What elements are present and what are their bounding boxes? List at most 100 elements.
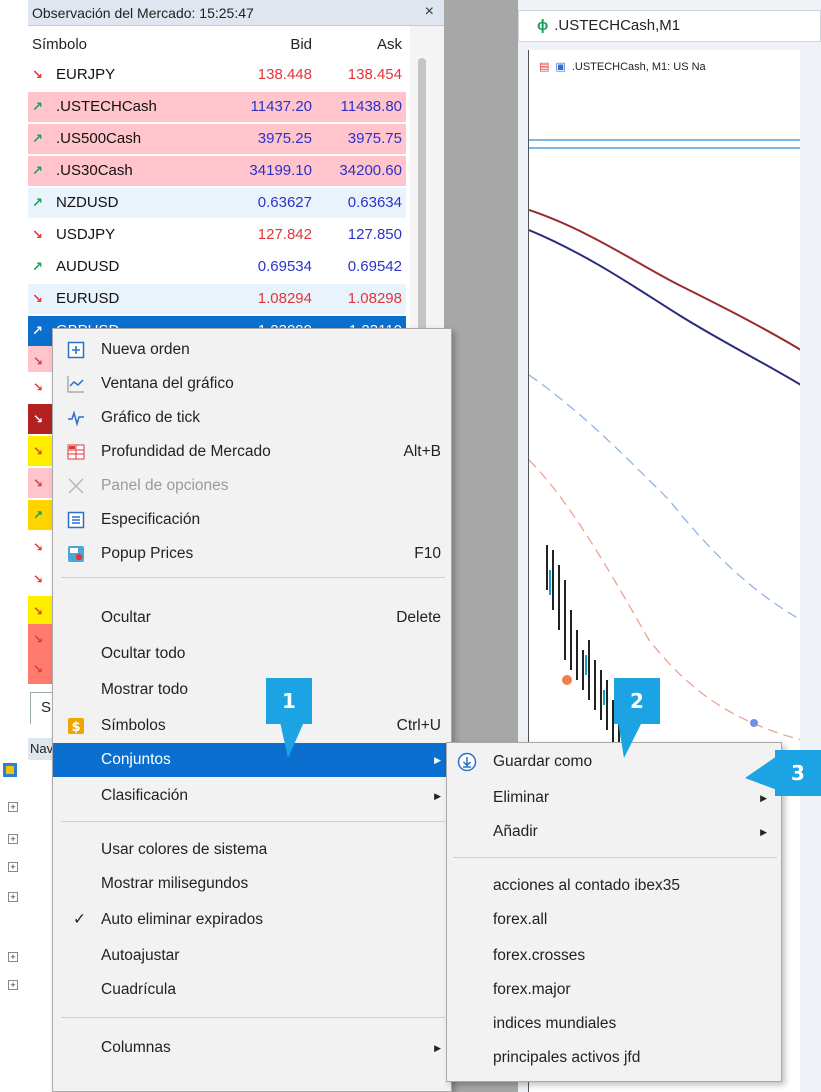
arrow-down-icon: ↘ bbox=[28, 596, 52, 626]
table-row[interactable]: ↗ NZDUSD 0.63627 0.63634 bbox=[28, 188, 406, 218]
menu-item-grid[interactable]: Cuadrícula bbox=[53, 973, 451, 1007]
menu-item-chart-window[interactable]: Ventana del gráfico bbox=[53, 367, 451, 401]
arrow-up-icon: ↗ bbox=[32, 195, 43, 210]
menu-item-tick-chart[interactable]: Gráfico de tick bbox=[53, 401, 451, 435]
signal-marker bbox=[562, 675, 572, 685]
menu-item-shortcut: Delete bbox=[396, 609, 441, 626]
column-header-symbol[interactable]: Símbolo bbox=[32, 36, 87, 53]
tree-expand-icon[interactable]: + bbox=[8, 980, 18, 990]
submenu-item-set[interactable]: forex.crosses bbox=[447, 939, 781, 973]
arrow-down-icon: ↘ bbox=[28, 436, 52, 466]
row-bid: 138.448 bbox=[257, 66, 312, 83]
menu-item-show-all[interactable]: Mostrar todo bbox=[53, 673, 451, 707]
submenu-item-set[interactable]: acciones al contado ibex35 bbox=[447, 869, 781, 903]
tree-expand-icon[interactable]: + bbox=[8, 862, 18, 872]
row-ask: 11438.80 bbox=[340, 98, 402, 115]
row-symbol: AUDUSD bbox=[56, 258, 120, 275]
chart-info-text: .USTECHCash, M1: US Na bbox=[571, 61, 706, 73]
callout-2: 2 bbox=[614, 678, 660, 724]
menu-item-columns[interactable]: Columnas ▶ bbox=[53, 1031, 451, 1065]
menu-item-label: Mostrar todo bbox=[101, 681, 189, 698]
one-click-trading-icon[interactable]: ▣ bbox=[555, 61, 565, 73]
market-depth-icon[interactable]: ▤ bbox=[539, 61, 549, 73]
table-row[interactable]: ↘ USDJPY 127.842 127.850 bbox=[28, 220, 406, 250]
menu-item-shortcut: F10 bbox=[414, 545, 441, 562]
tick-chart-icon bbox=[68, 410, 84, 427]
arrow-down-icon: ↘ bbox=[28, 624, 52, 654]
new-order-icon bbox=[67, 341, 85, 359]
submenu-item-set[interactable]: forex.major bbox=[447, 973, 781, 1007]
band-line-blue bbox=[529, 374, 800, 621]
row-symbol: .US500Cash bbox=[56, 130, 142, 147]
arrow-up-icon: ↗ bbox=[32, 323, 43, 338]
row-symbol: NZDUSD bbox=[56, 194, 119, 211]
menu-item-milliseconds[interactable]: Mostrar milisegundos bbox=[53, 867, 451, 901]
column-header-ask[interactable]: Ask bbox=[377, 36, 402, 53]
table-row[interactable]: ↗ .US500Cash 3975.25 3975.75 bbox=[28, 124, 406, 154]
symbols-icon: $ bbox=[68, 718, 84, 735]
signal-marker bbox=[750, 719, 758, 727]
row-symbol: .USTECHCash bbox=[56, 98, 157, 115]
tree-expand-icon[interactable]: + bbox=[8, 834, 18, 844]
arrow-down-icon: ↘ bbox=[28, 404, 52, 434]
market-watch-header: Símbolo Bid Ask bbox=[28, 32, 406, 58]
menu-item-hide-all[interactable]: Ocultar todo bbox=[53, 637, 451, 671]
submenu-item-set[interactable]: principales activos jfd bbox=[447, 1041, 781, 1075]
menu-item-symbols[interactable]: $ Símbolos Ctrl+U bbox=[53, 709, 451, 743]
menu-separator bbox=[61, 1017, 445, 1018]
close-icon[interactable]: × bbox=[425, 0, 434, 24]
menu-item-market-depth[interactable]: Profundidad de Mercado Alt+B bbox=[53, 435, 451, 469]
menu-separator bbox=[61, 821, 445, 822]
arrow-up-icon: ↗ bbox=[32, 99, 43, 114]
tree-expand-icon[interactable]: + bbox=[8, 952, 18, 962]
submenu-item-add[interactable]: Añadir ▶ bbox=[447, 815, 781, 849]
menu-item-popup-prices[interactable]: Popup Prices F10 bbox=[53, 537, 451, 571]
menu-item-new-order[interactable]: Nueva orden bbox=[53, 333, 451, 367]
menu-item-shortcut: Ctrl+U bbox=[396, 717, 441, 734]
menu-item-label: Usar colores de sistema bbox=[101, 841, 268, 858]
menu-item-label: Ocultar bbox=[101, 609, 151, 626]
menu-item-options-panel: Panel de opciones bbox=[53, 469, 451, 503]
menu-item-hide[interactable]: Ocultar Delete bbox=[53, 601, 451, 635]
menu-item-sets[interactable]: Conjuntos ▶ bbox=[53, 743, 451, 777]
tree-expand-icon[interactable]: + bbox=[8, 802, 18, 812]
chart-title-text: .USTECHCash,M1 bbox=[554, 17, 681, 34]
menu-item-system-colors[interactable]: Usar colores de sistema bbox=[53, 833, 451, 867]
submenu-item-set[interactable]: indices mundiales bbox=[447, 1007, 781, 1041]
table-row[interactable]: ↗ .US30Cash 34199.10 34200.60 bbox=[28, 156, 406, 186]
arrow-up-icon: ↗ bbox=[32, 259, 43, 274]
table-row[interactable]: ↗ .USTECHCash 11437.20 11438.80 bbox=[28, 92, 406, 122]
row-symbol: EURUSD bbox=[56, 290, 120, 307]
menu-item-auto-remove-expired[interactable]: ✓ Auto eliminar expirados bbox=[53, 903, 451, 937]
submenu-item-delete[interactable]: Eliminar ▶ bbox=[447, 781, 781, 815]
submenu-item-set[interactable]: forex.all bbox=[447, 903, 781, 937]
menu-item-label: Eliminar bbox=[493, 789, 549, 806]
table-row[interactable]: ↘ EURUSD 1.08294 1.08298 bbox=[28, 284, 406, 314]
table-row[interactable]: ↘ EURJPY 138.448 138.454 bbox=[28, 60, 406, 90]
row-bid: 3975.25 bbox=[257, 130, 312, 147]
chart-tab[interactable]: ɸ .USTECHCash,M1 bbox=[518, 10, 821, 42]
column-header-bid[interactable]: Bid bbox=[290, 36, 312, 53]
popup-prices-icon bbox=[68, 546, 84, 562]
menu-item-label: Añadir bbox=[493, 823, 538, 840]
row-bid: 127.842 bbox=[257, 226, 312, 243]
navigator-root-icon bbox=[3, 763, 17, 777]
row-bid: 1.08294 bbox=[257, 290, 312, 307]
arrow-down-icon: ↘ bbox=[28, 654, 52, 684]
table-row[interactable]: ↗ AUDUSD 0.69534 0.69542 bbox=[28, 252, 406, 282]
menu-item-autofit[interactable]: Autoajustar bbox=[53, 939, 451, 973]
row-ask: 138.454 bbox=[347, 66, 402, 83]
tree-expand-icon[interactable]: + bbox=[8, 892, 18, 902]
ma-line-navy bbox=[529, 229, 800, 386]
market-watch-title: Observación del Mercado: 15:25:47 × bbox=[28, 0, 444, 26]
row-ask: 127.850 bbox=[347, 226, 402, 243]
row-ask: 1.08298 bbox=[347, 290, 402, 307]
menu-separator bbox=[453, 857, 777, 858]
menu-item-sort[interactable]: Clasificación ▶ bbox=[53, 779, 451, 813]
menu-item-label: Cuadrícula bbox=[101, 981, 176, 998]
menu-item-label: Especificación bbox=[101, 511, 201, 528]
menu-item-label: Panel de opciones bbox=[101, 477, 229, 494]
row-bid: 11437.20 bbox=[250, 98, 312, 115]
submenu-item-save-as[interactable]: Guardar como bbox=[447, 745, 781, 779]
menu-item-specification[interactable]: Especificación bbox=[53, 503, 451, 537]
